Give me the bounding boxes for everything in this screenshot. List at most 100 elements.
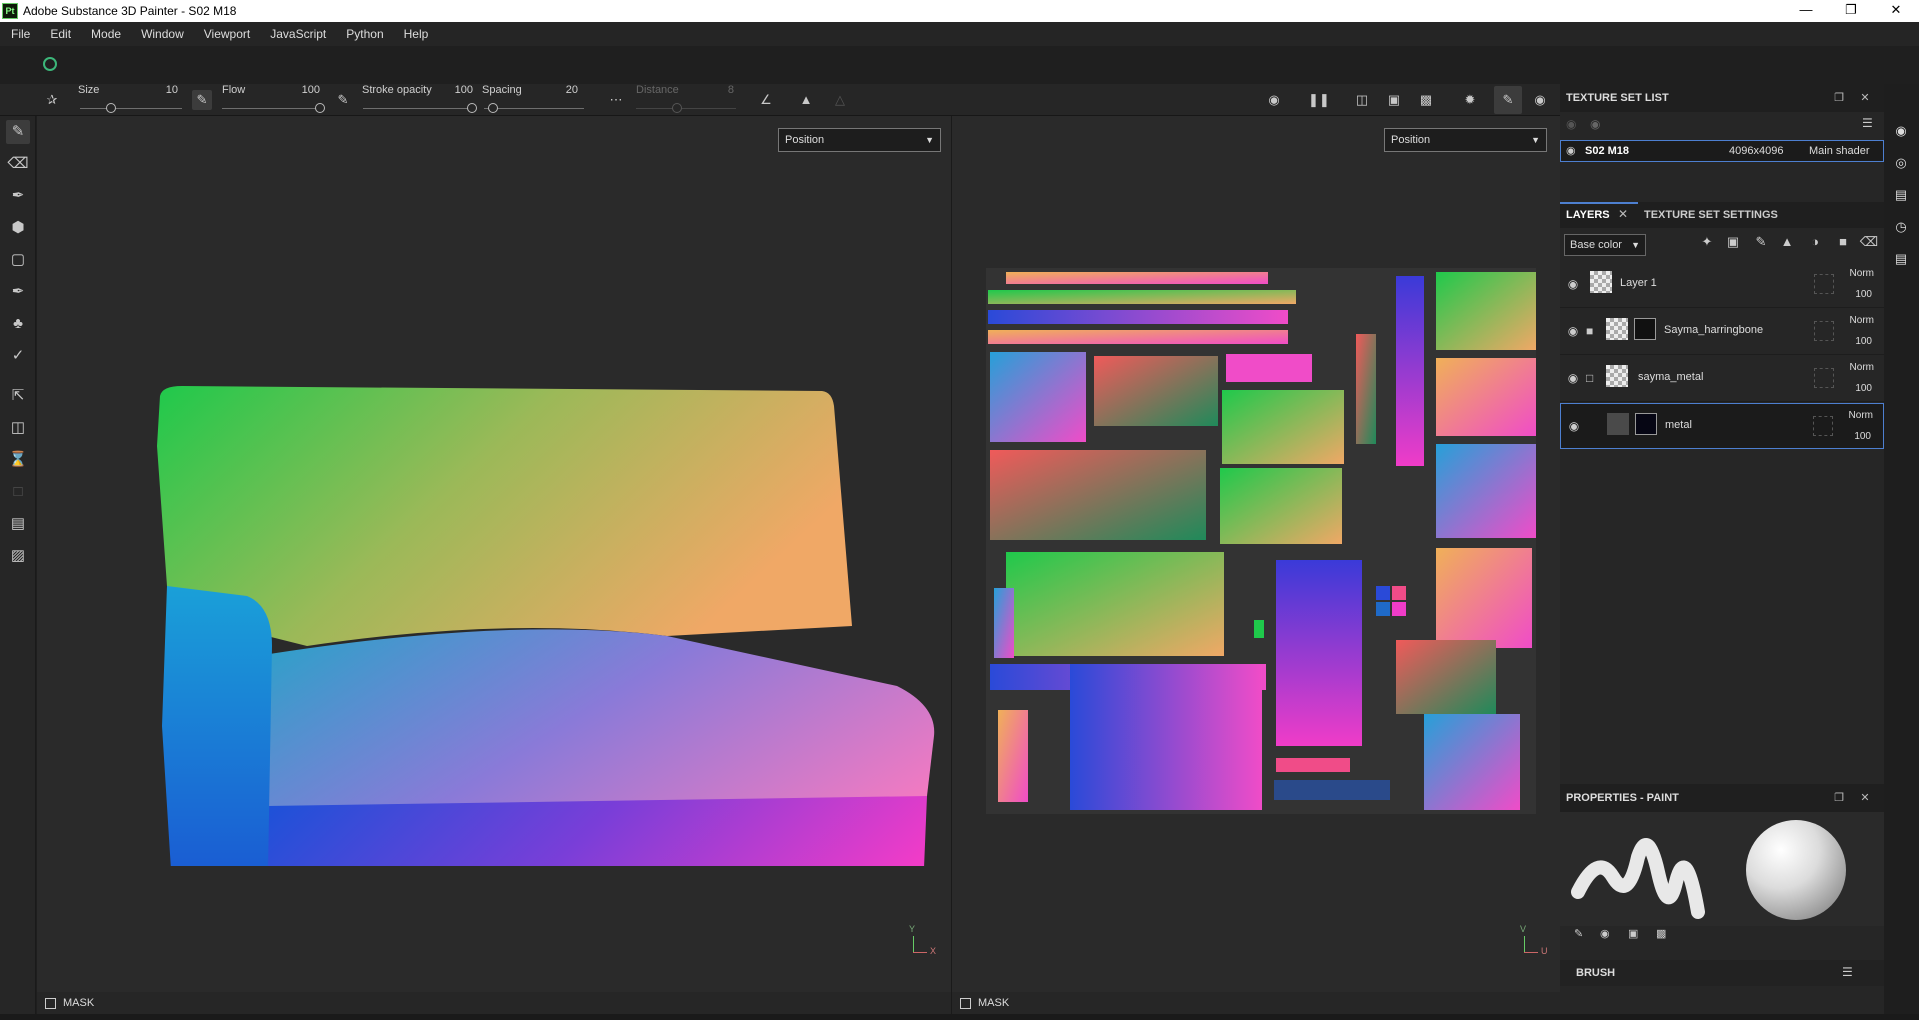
alpha-tab-icon[interactable]: ◉ [1600,927,1610,940]
menu-help[interactable]: Help [394,22,439,46]
flow-slider-knob[interactable] [315,103,325,113]
brush-tab-icon[interactable]: ✎ [1574,927,1583,940]
layer-row-selected[interactable]: ◉ metal Norm 100 [1560,403,1884,449]
eye-icon[interactable]: ◉ [1565,323,1581,339]
maximize-button[interactable]: ❐ [1828,0,1874,22]
layer-opacity[interactable]: 100 [1855,383,1872,394]
menu-mode[interactable]: Mode [81,22,131,46]
view-cube-icon[interactable]: ▣ [1384,90,1404,110]
tab-texture-set-settings[interactable]: TEXTURE SET SETTINGS [1644,209,1778,221]
menu-file[interactable]: File [0,22,40,46]
layer-row[interactable]: ◉ Layer 1 Norm 100 [1560,262,1884,308]
pause-icon[interactable]: ❚❚ [1308,90,1330,110]
close-panel-icon[interactable]: ✕ [1856,84,1874,112]
plugin-status-icon[interactable] [43,57,57,71]
mask-slot[interactable] [1814,274,1834,294]
render-icon[interactable]: ✹ [1460,90,1480,110]
eye-icon[interactable]: ◉ [1565,370,1581,386]
clone-stamp-icon[interactable]: ♣ [6,312,30,336]
viewport-2d[interactable]: Position ▼ V U MASK [952,116,1560,1014]
polygon-fill-icon[interactable]: ⬢ [6,216,30,240]
menu-python[interactable]: Python [336,22,393,46]
texture-set-item[interactable]: ◉ S02 M18 4096x4096 Main shader [1560,140,1884,162]
mask-checkbox-2d[interactable] [960,998,971,1009]
stroke-opacity-knob[interactable] [467,103,477,113]
close-tab-icon[interactable]: ✕ [1618,207,1628,221]
layer-name[interactable]: Sayma_harringbone [1664,324,1763,336]
add-mask-icon[interactable]: ◑ [1804,228,1826,256]
camera-view-icon[interactable]: ▩ [1416,90,1436,110]
log-icon[interactable]: ▤ [1892,250,1910,268]
mask-toggle-2d[interactable]: MASK [952,992,1560,1014]
viewport-3d-channel-dropdown[interactable]: Position ▼ [778,128,941,152]
menu-icon[interactable]: ☰ [1842,965,1853,979]
material-tab-icon[interactable]: ▩ [1656,927,1666,940]
brush-section-header[interactable]: BRUSH ☰ [1560,960,1884,986]
eye-icon[interactable]: ◉ [1566,144,1576,157]
flow-value[interactable]: 100 [290,84,320,96]
spacing-slider-knob[interactable] [488,103,498,113]
float-panel-icon[interactable]: ❐ [1830,84,1848,112]
display-settings-icon[interactable]: ▤ [6,512,30,536]
mask-slot[interactable] [1814,368,1834,388]
symmetry-icon[interactable]: ▲ [796,90,816,110]
spacing-value[interactable]: 20 [548,84,578,96]
geometry-mask-icon[interactable]: ▢ [6,248,30,272]
export-icon[interactable]: ⇱ [6,384,30,408]
flow-pen-pressure-icon[interactable]: ✎ [333,90,353,110]
viewport-2d-channel-dropdown[interactable]: Position ▼ [1384,128,1547,152]
add-fill-layer-icon[interactable]: ▲ [1776,228,1798,256]
flow-slider[interactable] [222,103,325,113]
viewport-3d[interactable]: Position ▼ Y X MASK [37,116,951,1014]
lazy-mouse-icon[interactable]: ⋯ [606,90,626,110]
menu-javascript[interactable]: JavaScript [260,22,336,46]
add-folder-icon[interactable]: ■ [1832,228,1854,256]
shelf-icon[interactable]: ▨ [6,544,30,568]
eye-icon[interactable]: ◉ [1566,418,1582,434]
tab-layers[interactable]: LAYERS [1566,209,1610,221]
angle-icon[interactable]: ∠ [756,90,776,110]
layer-opacity[interactable]: 100 [1855,289,1872,300]
size-pen-pressure-icon[interactable]: ✎ [192,90,212,110]
stencil-tab-icon[interactable]: ▣ [1628,927,1638,940]
projection-icon[interactable]: ✒ [6,184,30,208]
close-panel-icon[interactable]: ✕ [1856,784,1874,812]
smudge-icon[interactable]: ✒ [6,280,30,304]
layer-row[interactable]: ◉ □ sayma_metal Norm 100 [1560,356,1884,402]
size-slider[interactable] [80,103,182,113]
delete-icon[interactable]: ⌫ [1858,228,1880,256]
size-value[interactable]: 10 [148,84,178,96]
layer-name[interactable]: metal [1665,419,1692,431]
blend-mode[interactable]: Norm [1849,410,1873,421]
add-paint-layer-icon[interactable]: ✎ [1750,228,1772,256]
mask-slot[interactable] [1814,321,1834,341]
brush-preset-icon[interactable]: ✰ [42,90,62,110]
blend-mode[interactable]: Norm [1850,315,1874,326]
stroke-opacity-slider[interactable] [363,103,477,113]
magic-wand-icon[interactable]: ✦ [1696,228,1718,256]
shelf-icon[interactable]: ▤ [1892,186,1910,204]
mask-toggle-3d[interactable]: MASK [37,992,951,1014]
menu-icon[interactable]: ☰ [1862,116,1873,130]
layer-name[interactable]: sayma_metal [1638,371,1703,383]
color-picker-icon[interactable]: ✓ [6,344,30,368]
mask-slot[interactable] [1813,416,1833,436]
hide-icon[interactable]: ◉ [1264,90,1284,110]
add-effect-icon[interactable]: ▣ [1722,228,1744,256]
layer-opacity[interactable]: 100 [1854,431,1871,442]
paint-mode-icon[interactable]: ✎ [1494,86,1522,114]
size-slider-knob[interactable] [106,103,116,113]
menu-window[interactable]: Window [131,22,194,46]
texture-set-list-icon[interactable]: ◉ [1892,122,1910,140]
blend-mode[interactable]: Norm [1850,268,1874,279]
layer-name[interactable]: Layer 1 [1620,277,1657,289]
menu-viewport[interactable]: Viewport [194,22,260,46]
history-icon[interactable]: ◷ [1892,218,1910,236]
eye-icon[interactable]: ◉ [1565,276,1581,292]
screenshot-icon[interactable]: ◉ [1530,90,1550,110]
spacing-slider[interactable] [484,103,584,113]
channel-dropdown[interactable]: Base color ▼ [1564,234,1646,256]
minimize-button[interactable]: — [1783,0,1829,22]
menu-edit[interactable]: Edit [40,22,81,46]
eraser-icon[interactable]: ⌫ [6,152,30,176]
